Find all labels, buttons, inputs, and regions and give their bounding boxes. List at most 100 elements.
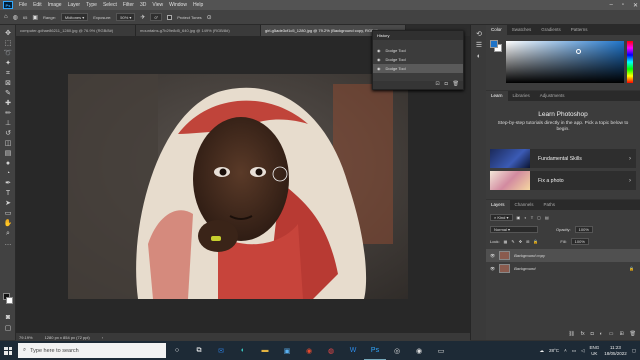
task-view-icon[interactable]: ⧉ — [188, 341, 210, 360]
properties-panel-icon[interactable]: ☰ — [474, 41, 484, 50]
zoom-level[interactable]: 79.19% — [19, 335, 33, 340]
angle-field[interactable]: 0° — [150, 13, 163, 21]
tab-color[interactable]: Color — [486, 25, 507, 35]
eraser-icon[interactable]: ◫ — [3, 139, 13, 148]
edge-icon[interactable]: ◐ — [232, 341, 254, 360]
airbrush-icon[interactable]: ✈ — [140, 14, 145, 21]
history-brush-icon[interactable]: ↺ — [3, 129, 13, 138]
color-picker-field[interactable] — [506, 41, 624, 83]
fill-field[interactable]: 100% — [570, 238, 589, 245]
trash-icon[interactable]: 🗑 — [453, 81, 459, 89]
office-icon[interactable]: ◉ — [298, 341, 320, 360]
menu-layer[interactable]: Layer — [65, 2, 84, 8]
tray-arrow-icon[interactable]: ˄ — [564, 348, 567, 353]
file-explorer-icon[interactable]: ▬ — [254, 341, 276, 360]
document-tab[interactable]: computer-gdhae86211_1280.jpg @ 76.9% (RG… — [16, 25, 136, 36]
minimize-icon[interactable]: – — [609, 2, 612, 8]
menu-filter[interactable]: Filter — [120, 2, 137, 8]
brush-size[interactable]: 65 — [23, 15, 27, 20]
rectangle-tool-icon[interactable]: ▭ — [3, 209, 13, 218]
menu-image[interactable]: Image — [45, 2, 65, 8]
cortana-icon[interactable]: ○ — [166, 341, 188, 360]
tab-paths[interactable]: Paths — [539, 200, 561, 210]
tab-swatches[interactable]: Swatches — [507, 25, 537, 35]
group-icon[interactable]: ▭ — [609, 331, 614, 337]
layer-row-selected[interactable]: 👁 Background copy — [486, 249, 640, 262]
history-step[interactable]: ◉ Dodge Tool — [373, 55, 463, 64]
color-picker-handle[interactable] — [576, 49, 581, 54]
learn-card-fundamental-skills[interactable]: Fundamental Skills › — [490, 149, 636, 168]
frame-tool-icon[interactable]: ⊠ — [3, 79, 13, 88]
exposure-field[interactable]: 50% ▾ — [116, 13, 136, 21]
trash-icon[interactable]: 🗑 — [630, 331, 636, 337]
layer-row[interactable]: 👁 Background 🔒 — [486, 262, 640, 275]
tab-layers[interactable]: Layers — [486, 200, 510, 210]
screen-mode-icon[interactable]: ▢ — [3, 324, 13, 333]
tab-adjustments[interactable]: Adjustments — [535, 91, 570, 101]
menu-edit[interactable]: Edit — [30, 2, 45, 8]
link-layers-icon[interactable]: ⛓ — [568, 331, 574, 337]
new-layer-icon[interactable]: ⊞ — [619, 331, 623, 337]
magic-wand-icon[interactable]: ✦ — [3, 59, 13, 68]
history-panel-icon[interactable]: ⟲ — [474, 30, 484, 39]
app-icon[interactable]: ▭ — [430, 341, 452, 360]
lock-paint-icon[interactable]: ✎ — [511, 239, 514, 244]
menu-type[interactable]: Type — [83, 2, 100, 8]
close-icon[interactable]: ✕ — [633, 2, 638, 9]
menu-help[interactable]: Help — [190, 2, 206, 8]
volume-icon[interactable]: ◁ — [581, 348, 584, 354]
document-image[interactable] — [68, 74, 408, 299]
learn-card-fix-a-photo[interactable]: Fix a photo › — [490, 171, 636, 190]
type-tool-icon[interactable]: T — [3, 189, 13, 198]
background-color-swatch[interactable] — [6, 297, 13, 304]
clock[interactable]: 11:23 18/05/2022 — [604, 345, 627, 356]
taskbar-search[interactable]: ⌕ Type here to search — [18, 343, 166, 358]
layer-name[interactable]: Background copy — [514, 253, 545, 258]
gradient-tool-icon[interactable]: ▤ — [3, 149, 13, 158]
lock-artboard-icon[interactable]: ⊞ — [526, 239, 529, 244]
clone-stamp-icon[interactable]: ⊥ — [3, 119, 13, 128]
menu-file[interactable]: File — [16, 2, 30, 8]
filter-shape-icon[interactable]: ▢ — [537, 215, 541, 220]
opacity-field[interactable]: 100% — [574, 226, 593, 233]
layer-name[interactable]: Background — [514, 266, 535, 271]
lasso-tool-icon[interactable]: ➰ — [3, 49, 13, 58]
hue-slider[interactable] — [627, 41, 633, 83]
adjustment-layer-icon[interactable]: ◐ — [600, 331, 603, 337]
filter-type-icon[interactable]: T — [531, 215, 533, 220]
menu-window[interactable]: Window — [166, 2, 190, 8]
photoshop-taskbar-icon[interactable]: Ps — [364, 341, 386, 360]
more-tools-icon[interactable]: … — [3, 239, 13, 248]
weather-icon[interactable]: ☁ — [540, 348, 545, 354]
foreground-color-chip[interactable] — [490, 40, 498, 48]
mask-icon[interactable]: ◘ — [591, 331, 594, 337]
tab-libraries[interactable]: Libraries — [508, 91, 535, 101]
dodge-tool-icon[interactable]: ◔ — [3, 169, 13, 178]
language-indicator[interactable]: ENG UK — [589, 345, 599, 356]
camera-icon[interactable]: ◘ — [445, 81, 448, 89]
filter-adjustment-icon[interactable]: ◐ — [524, 215, 526, 220]
temperature[interactable]: 28°C — [549, 348, 559, 353]
status-chevron-icon[interactable]: › — [102, 335, 103, 340]
pressure-icon[interactable]: ⊙ — [207, 14, 212, 21]
home-icon[interactable]: ⌂ — [4, 14, 8, 20]
maximize-icon[interactable]: ▫ — [622, 2, 624, 8]
new-snapshot-icon[interactable]: ⊡ — [435, 81, 439, 89]
mail-icon[interactable]: ✉ — [210, 341, 232, 360]
zoom-tool-icon[interactable]: ⌕ — [3, 229, 13, 238]
adjustments-panel-icon[interactable]: ◐ — [474, 52, 484, 61]
menu-select[interactable]: Select — [100, 2, 120, 8]
store-icon[interactable]: ▣ — [276, 341, 298, 360]
tab-channels[interactable]: Channels — [510, 200, 539, 210]
hand-tool-icon[interactable]: ✋ — [3, 219, 13, 228]
word-icon[interactable]: W — [342, 341, 364, 360]
marquee-tool-icon[interactable]: ⬚ — [3, 39, 13, 48]
tab-gradients[interactable]: Gradients — [536, 25, 566, 35]
document-tab[interactable]: mountains-g7b29e8d5_640.jpg @ 149% (RGB/… — [136, 25, 261, 36]
menu-3d[interactable]: 3D — [137, 2, 149, 8]
path-selection-icon[interactable]: ➤ — [3, 199, 13, 208]
eyedropper-icon[interactable]: ✎ — [3, 89, 13, 98]
app-icon[interactable]: ◎ — [386, 341, 408, 360]
quick-mask-icon[interactable]: ◙ — [3, 313, 13, 322]
protect-tones-checkbox[interactable] — [167, 14, 173, 20]
